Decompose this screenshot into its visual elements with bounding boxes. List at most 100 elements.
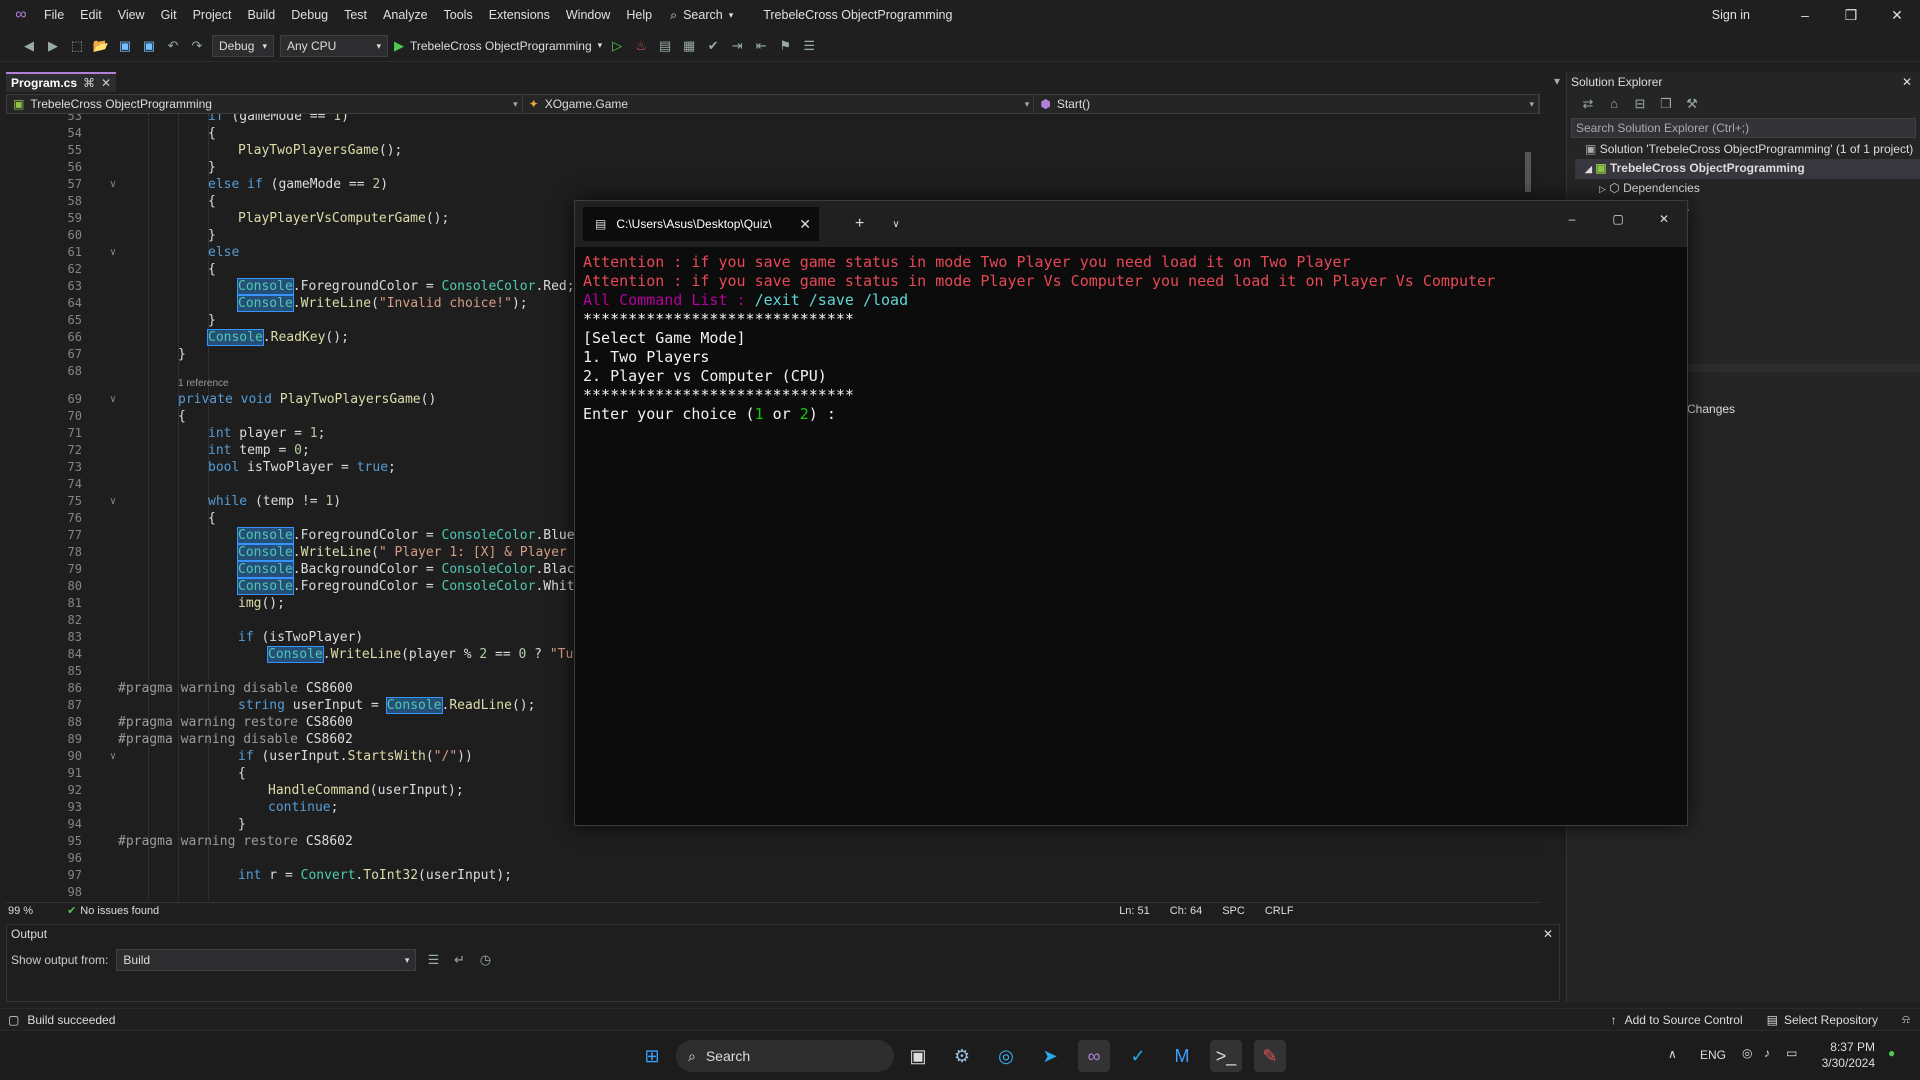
- menu-build[interactable]: Build: [239, 0, 283, 30]
- menu-debug[interactable]: Debug: [283, 0, 336, 30]
- browse-icon[interactable]: ▤: [656, 37, 674, 55]
- comment-icon[interactable]: ☰: [800, 37, 818, 55]
- codelens-references[interactable]: 1 reference: [178, 378, 229, 389]
- layout-icon[interactable]: ▦: [680, 37, 698, 55]
- network-icon[interactable]: ◎: [1742, 1046, 1752, 1060]
- sign-in-link[interactable]: Sign in: [1712, 0, 1750, 30]
- open-folder-icon[interactable]: 📂: [92, 37, 110, 55]
- solution-search-input[interactable]: Search Solution Explorer (Ctrl+;): [1571, 118, 1916, 138]
- menu-project[interactable]: Project: [185, 0, 240, 30]
- minimize-button[interactable]: –: [1782, 0, 1828, 30]
- terminal-minimize-button[interactable]: –: [1549, 201, 1595, 237]
- start-windows-icon[interactable]: ⊞: [636, 1040, 668, 1072]
- issues-indicator[interactable]: No issues found: [80, 905, 159, 917]
- collapse-icon[interactable]: ⊟: [1631, 95, 1649, 113]
- line-number: 84: [67, 647, 82, 661]
- menu-help[interactable]: Help: [618, 0, 660, 30]
- column-position[interactable]: Ch: 64: [1170, 905, 1202, 917]
- configuration-select[interactable]: Debug ▾: [212, 34, 274, 57]
- platform-select[interactable]: Any CPU ▾: [280, 34, 388, 57]
- git-changes-tab[interactable]: Changes: [1687, 402, 1735, 416]
- taskbar-search[interactable]: ⌕ Search: [676, 1040, 894, 1072]
- outdent-icon[interactable]: ⇤: [752, 37, 770, 55]
- tab-list-icon[interactable]: ▾: [1554, 74, 1560, 88]
- task-view-icon[interactable]: ▣: [902, 1040, 934, 1072]
- nav-project-dropdown[interactable]: ▣ TrebeleCross ObjectProgramming ▾: [7, 95, 523, 113]
- terminal-close-button[interactable]: ✕: [1641, 201, 1687, 237]
- forward-icon[interactable]: ▶: [44, 37, 62, 55]
- new-item-icon[interactable]: ⬚: [68, 37, 86, 55]
- nav-member-dropdown[interactable]: ⬢ Start() ▾: [1034, 95, 1539, 113]
- paint-icon[interactable]: ✎: [1254, 1040, 1286, 1072]
- chevron-down-icon[interactable]: ∨: [892, 219, 899, 230]
- step-icon[interactable]: ⇥: [728, 37, 746, 55]
- settings-icon[interactable]: ⚙: [946, 1040, 978, 1072]
- telegram-icon[interactable]: ➤: [1034, 1040, 1066, 1072]
- tree-item-project[interactable]: ◢ ▣ TrebeleCross ObjectProgramming: [1575, 159, 1920, 179]
- notification-bell-icon[interactable]: ⍾: [1902, 1012, 1910, 1027]
- undo-icon[interactable]: ↶: [164, 37, 182, 55]
- visual-studio-icon[interactable]: ∞: [1078, 1040, 1110, 1072]
- zoom-level[interactable]: 99 %: [8, 905, 33, 917]
- menu-window[interactable]: Window: [558, 0, 618, 30]
- spell-check-icon[interactable]: ✔: [704, 37, 722, 55]
- new-tab-icon[interactable]: +: [855, 215, 864, 233]
- battery-icon[interactable]: ▭: [1786, 1046, 1797, 1060]
- close-tab-icon[interactable]: ✕: [101, 76, 111, 90]
- notification-icon[interactable]: ●: [1888, 1046, 1895, 1060]
- tree-item-solution[interactable]: ▣ Solution 'TrebeleCross ObjectProgrammi…: [1585, 140, 1920, 159]
- menu-git[interactable]: Git: [153, 0, 185, 30]
- terminal-tab[interactable]: ▤ C:\Users\Asus\Desktop\Quiz\ ✕: [583, 207, 819, 241]
- clock[interactable]: 8:37 PM 3/30/2024: [1815, 1039, 1875, 1071]
- close-tab-icon[interactable]: ✕: [799, 216, 811, 233]
- menu-view[interactable]: View: [110, 0, 153, 30]
- close-panel-icon[interactable]: ✕: [1543, 927, 1553, 941]
- line-position[interactable]: Ln: 51: [1119, 905, 1150, 917]
- terminal-output[interactable]: Attention : if you save game status in m…: [575, 247, 1687, 430]
- pin-icon[interactable]: ⌘: [83, 76, 95, 90]
- hot-reload-icon[interactable]: ♨: [632, 37, 650, 55]
- tree-item-dependencies[interactable]: ▷ ⬡ Dependencies: [1585, 179, 1920, 199]
- clock-icon[interactable]: ◷: [476, 951, 494, 969]
- scrollbar-thumb[interactable]: [1525, 152, 1531, 192]
- clear-all-icon[interactable]: ☰: [424, 951, 442, 969]
- output-source-select[interactable]: Build ▾: [116, 949, 417, 971]
- nav-class-dropdown[interactable]: ✦ XOgame.Game ▾: [523, 95, 1035, 113]
- tray-chevron-icon[interactable]: ∧: [1668, 1047, 1677, 1061]
- line-ending[interactable]: CRLF: [1265, 905, 1294, 917]
- select-repository[interactable]: Select Repository: [1784, 1013, 1878, 1027]
- sync-icon[interactable]: ⇄: [1579, 95, 1597, 113]
- menu-file[interactable]: File: [36, 0, 72, 30]
- back-icon[interactable]: ◀: [20, 37, 38, 55]
- menu-test[interactable]: Test: [336, 0, 375, 30]
- maximize-button[interactable]: ❒: [1828, 0, 1874, 30]
- search-menu[interactable]: ⌕ Search ▾: [670, 8, 733, 23]
- start-without-debugging-icon[interactable]: ▷: [608, 37, 626, 55]
- redo-icon[interactable]: ↷: [188, 37, 206, 55]
- close-icon[interactable]: ✕: [1902, 75, 1912, 89]
- save-all-icon[interactable]: ▣: [140, 37, 158, 55]
- browser-icon[interactable]: ◎: [990, 1040, 1022, 1072]
- language-indicator[interactable]: ENG: [1700, 1048, 1726, 1062]
- menu-edit[interactable]: Edit: [72, 0, 110, 30]
- terminal-maximize-button[interactable]: ▢: [1595, 201, 1641, 237]
- properties-icon[interactable]: ⚒: [1683, 95, 1701, 113]
- menu-analyze[interactable]: Analyze: [375, 0, 435, 30]
- terminal-app-icon[interactable]: >_: [1210, 1040, 1242, 1072]
- run-button[interactable]: ▶ TrebeleCross ObjectProgramming ▾: [394, 38, 602, 54]
- save-icon[interactable]: ▣: [116, 37, 134, 55]
- vscode-icon[interactable]: ✓: [1122, 1040, 1154, 1072]
- show-all-files-icon[interactable]: ❒: [1657, 95, 1675, 113]
- tab-program-cs[interactable]: Program.cs ⌘ ✕: [6, 72, 116, 92]
- bookmark-icon[interactable]: ⚑: [776, 37, 794, 55]
- volume-icon[interactable]: ♪: [1764, 1046, 1770, 1060]
- menu-extensions[interactable]: Extensions: [481, 0, 558, 30]
- close-button[interactable]: ✕: [1874, 0, 1920, 30]
- app-m-icon[interactable]: M: [1166, 1040, 1198, 1072]
- home-icon[interactable]: ⌂: [1605, 95, 1623, 113]
- menu-tools[interactable]: Tools: [436, 0, 481, 30]
- add-to-source-control[interactable]: Add to Source Control: [1625, 1013, 1743, 1027]
- terminal-window[interactable]: ▤ C:\Users\Asus\Desktop\Quiz\ ✕ + ∨ – ▢ …: [574, 200, 1688, 826]
- word-wrap-icon[interactable]: ↵: [450, 951, 468, 969]
- whitespace-mode[interactable]: SPC: [1222, 905, 1245, 917]
